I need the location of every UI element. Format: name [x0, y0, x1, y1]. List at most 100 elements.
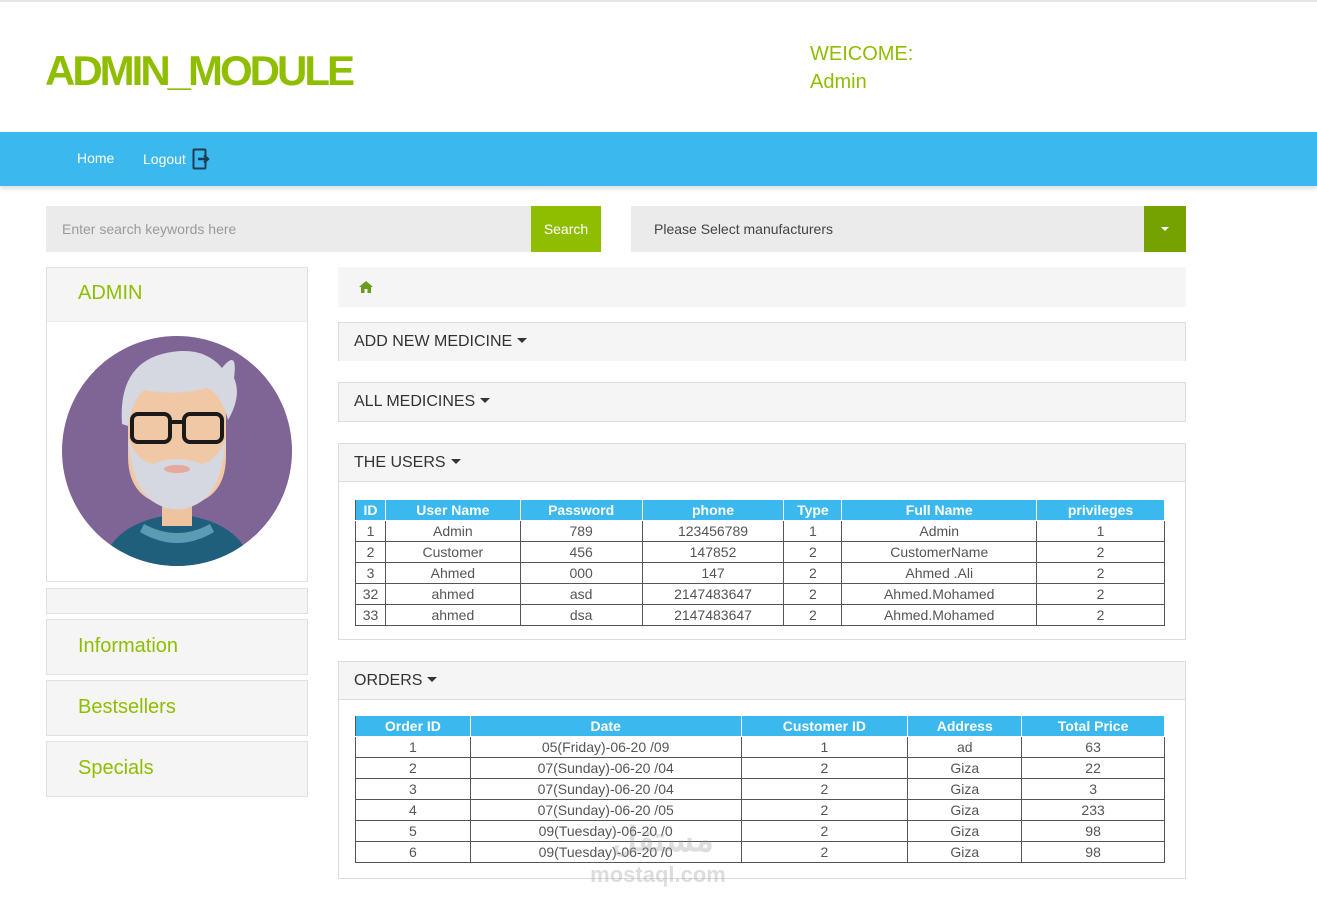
orders-table: Order ID Date Customer ID Address Total …	[355, 715, 1165, 863]
table-cell: Customer	[384, 541, 521, 563]
table-cell: 000	[519, 562, 643, 584]
users-table: ID User Name Password phone Type Full Na…	[355, 499, 1165, 626]
table-cell: Giza	[907, 820, 1023, 842]
table-cell: 2	[740, 757, 909, 779]
table-cell: 07(Sunday)-06-20 /04	[469, 757, 742, 779]
column-header: Address	[907, 715, 1023, 737]
panel-title: THE USERS	[354, 454, 461, 472]
sidebar-link-label: Bestsellers	[78, 696, 176, 718]
table-cell: 2147483647	[641, 604, 785, 626]
table-cell: 147852	[641, 541, 785, 563]
table-cell: Ahmed .Ali	[841, 562, 1038, 584]
table-cell: 233	[1021, 799, 1165, 821]
table-cell: 3	[355, 562, 386, 584]
table-cell: 1	[740, 736, 909, 758]
avatar-illustration	[62, 336, 292, 566]
table-cell: 147	[641, 562, 785, 584]
panel-title-text: ORDERS	[354, 672, 423, 689]
table-row: 1 Admin 789 123456789 1 Admin 1	[355, 520, 1165, 542]
caret-down-icon	[517, 338, 528, 343]
sidebar-link-information[interactable]: Information	[46, 619, 308, 675]
column-header: privileges	[1036, 499, 1165, 521]
nav-logout-link[interactable]: Logout	[143, 148, 210, 170]
table-row: 2 Customer 456 147852 2 CustomerName 2	[355, 541, 1165, 563]
table-cell: 123456789	[641, 520, 785, 542]
table-cell: 2	[1036, 604, 1165, 626]
caret-down-icon	[427, 677, 438, 682]
table-cell: 07(Sunday)-06-20 /05	[469, 799, 742, 821]
table-cell: 1	[355, 520, 386, 542]
nav-home-link[interactable]: Home	[77, 150, 114, 166]
home-icon[interactable]	[359, 281, 373, 293]
table-cell: Admin	[384, 520, 521, 542]
table-row: 5 09(Tuesday)-06-20 /0 2 Giza 98	[355, 820, 1165, 842]
table-cell: 1	[783, 520, 843, 542]
column-header: phone	[641, 499, 785, 521]
table-cell: 2147483647	[641, 583, 785, 605]
table-cell: Giza	[907, 841, 1023, 863]
manufacturer-dropdown-toggle[interactable]	[1144, 206, 1186, 252]
table-cell: 2	[783, 562, 843, 584]
column-header: Customer ID	[740, 715, 909, 737]
table-cell: 2	[1036, 583, 1165, 605]
table-row: 3 Ahmed 000 147 2 Ahmed .Ali 2	[355, 562, 1165, 584]
table-cell: 09(Tuesday)-06-20 /0	[469, 841, 742, 863]
search-button[interactable]: Search	[531, 206, 601, 252]
search-bar: Search	[46, 206, 601, 252]
table-cell: ahmed	[384, 604, 521, 626]
table-cell: 4	[355, 799, 471, 821]
table-cell: Ahmed.Mohamed	[841, 583, 1038, 605]
table-cell: 09(Tuesday)-06-20 /0	[469, 820, 742, 842]
table-cell: Admin	[841, 520, 1038, 542]
table-cell: 32	[355, 583, 386, 605]
sidebar-link-specials[interactable]: Specials	[46, 741, 308, 797]
panel-users: THE USERS ID User Name Password phone Ty…	[338, 443, 1186, 640]
sidebar-separator	[46, 588, 308, 614]
logout-icon	[192, 148, 210, 170]
welcome-block: WEICOME: Admin	[810, 40, 913, 96]
admin-card-title: ADMIN	[78, 282, 143, 304]
table-cell: asd	[519, 583, 643, 605]
table-cell: 2	[355, 757, 471, 779]
table-cell: 6	[355, 841, 471, 863]
column-header: ID	[355, 499, 386, 521]
table-cell: 3	[1021, 778, 1165, 800]
panel-add-medicine: ADD NEW MEDICINE	[338, 322, 1186, 361]
table-cell: 07(Sunday)-06-20 /04	[469, 778, 742, 800]
table-cell: 789	[519, 520, 643, 542]
search-input[interactable]	[46, 206, 531, 252]
panel-orders: ORDERS Order ID Date Customer ID Address…	[338, 661, 1186, 879]
manufacturer-select[interactable]: Please Select manufacturers	[631, 206, 1186, 252]
table-cell: Giza	[907, 757, 1023, 779]
sidebar-link-label: Information	[78, 635, 179, 657]
table-cell: ad	[907, 736, 1023, 758]
table-cell: 3	[355, 778, 471, 800]
nav-logout-label: Logout	[143, 151, 186, 167]
main-navbar: Home Logout	[0, 132, 1317, 186]
table-cell: 2	[355, 541, 386, 563]
panel-add-medicine-toggle[interactable]: ADD NEW MEDICINE	[339, 323, 1185, 361]
table-cell: 2	[1036, 562, 1165, 584]
orders-table-header: Order ID Date Customer ID Address Total …	[355, 715, 1165, 737]
caret-down-icon	[480, 398, 491, 403]
panel-title: ALL MEDICINES	[354, 393, 491, 411]
table-cell: 98	[1021, 820, 1165, 842]
table-cell: ahmed	[384, 583, 521, 605]
panel-title-text: ADD NEW MEDICINE	[354, 333, 513, 350]
sidebar-link-bestsellers[interactable]: Bestsellers	[46, 680, 308, 736]
panel-users-toggle[interactable]: THE USERS	[339, 444, 1185, 482]
table-cell: 2	[783, 541, 843, 563]
panel-all-medicines-toggle[interactable]: ALL MEDICINES	[339, 383, 1185, 421]
table-cell: 1	[1036, 520, 1165, 542]
table-cell: 2	[740, 799, 909, 821]
table-row: 33 ahmed dsa 2147483647 2 Ahmed.Mohamed …	[355, 604, 1165, 626]
table-cell: Giza	[907, 799, 1023, 821]
column-header: Full Name	[841, 499, 1038, 521]
panel-orders-toggle[interactable]: ORDERS	[339, 662, 1185, 700]
column-header: Date	[469, 715, 742, 737]
table-cell: Ahmed	[384, 562, 521, 584]
table-cell: 63	[1021, 736, 1165, 758]
admin-card-header: ADMIN	[47, 268, 307, 322]
panel-title-text: THE USERS	[354, 454, 446, 471]
table-cell: 2	[740, 778, 909, 800]
